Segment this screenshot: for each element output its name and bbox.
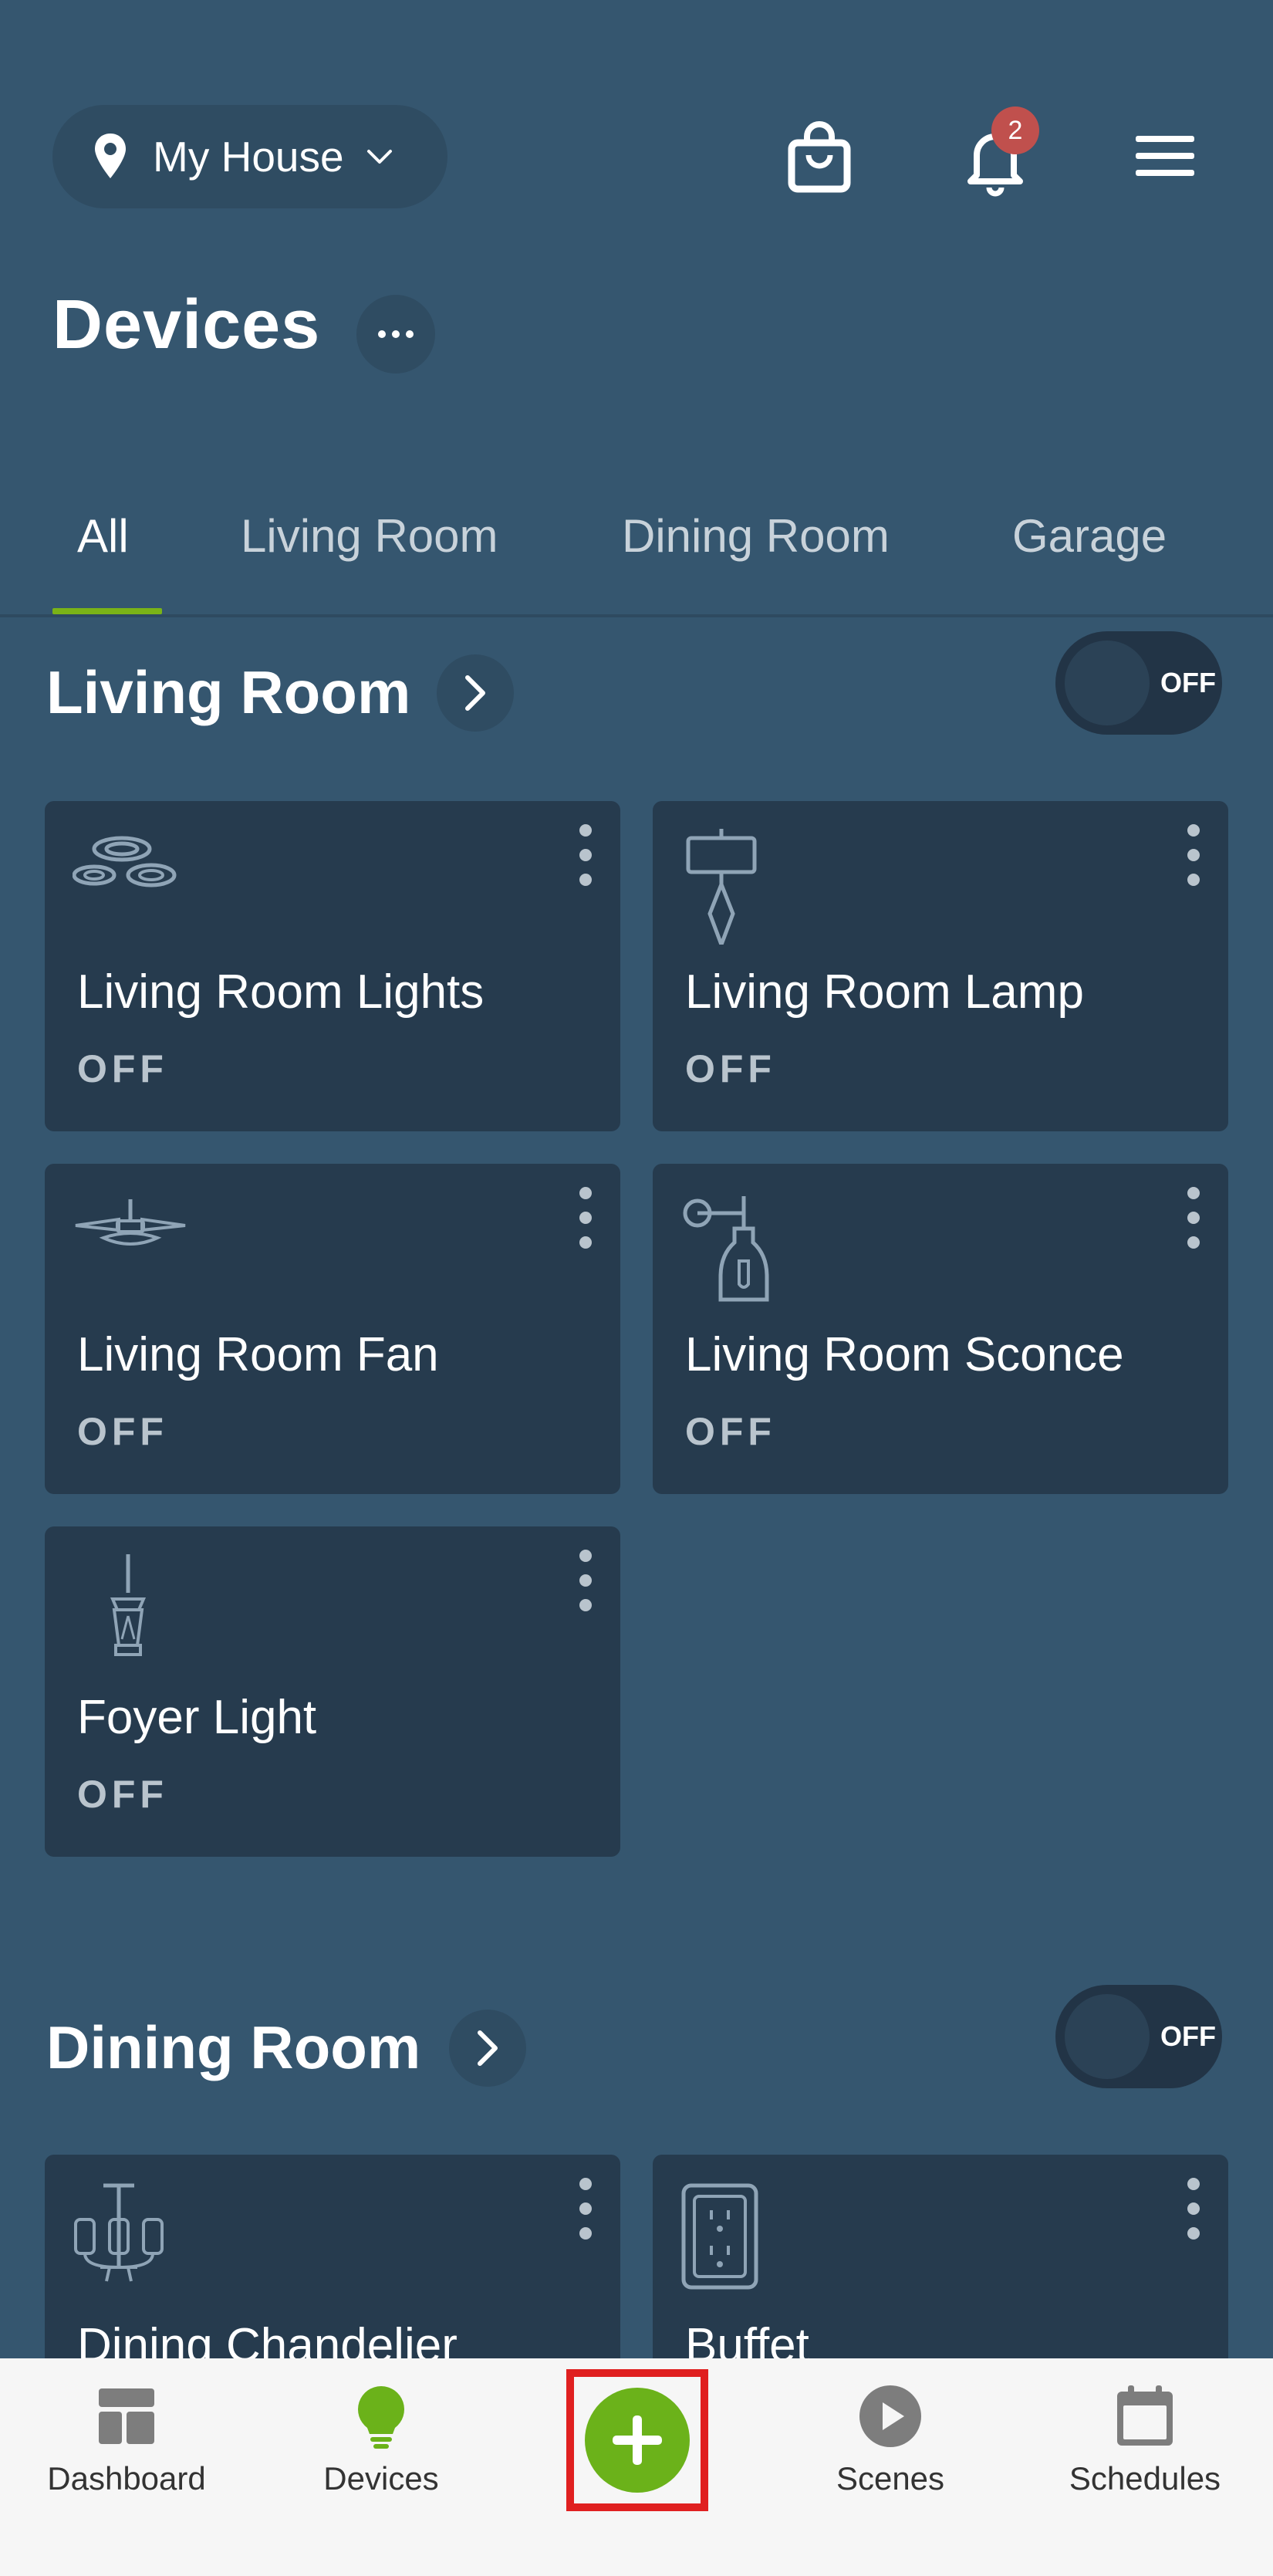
toggle-knob — [1065, 1994, 1150, 2079]
location-label: My House — [153, 133, 344, 181]
bulb-icon — [346, 2382, 416, 2451]
more-options-button[interactable] — [356, 295, 435, 374]
device-card[interactable]: Foyer Light OFF — [45, 1526, 620, 1857]
add-device-button[interactable] — [585, 2388, 690, 2493]
device-name: Living Room Fan — [77, 1328, 439, 1381]
notification-count-badge: 2 — [991, 106, 1039, 154]
nav-dashboard[interactable]: Dashboard — [11, 2382, 242, 2497]
table-lamp-icon — [680, 829, 796, 951]
device-name: Living Room Sconce — [685, 1328, 1124, 1381]
active-tab-indicator — [52, 608, 162, 614]
recessed-lights-icon — [72, 829, 188, 945]
toggle-knob — [1065, 641, 1150, 725]
plus-icon — [608, 2411, 667, 2470]
nav-devices[interactable]: Devices — [265, 2382, 497, 2497]
outlet-icon — [680, 2182, 796, 2298]
section-title-living-room: Living Room — [46, 658, 411, 726]
nav-scenes[interactable]: Scenes — [775, 2382, 1006, 2497]
device-name: Foyer Light — [77, 1691, 317, 1744]
room-tabs: All Living Room Dining Room Garage — [0, 494, 1273, 617]
tab-garage[interactable]: Garage — [1012, 509, 1167, 563]
location-pin-icon — [89, 133, 131, 181]
section-power-toggle[interactable]: OFF — [1055, 1985, 1222, 2088]
device-options-icon[interactable] — [1182, 1187, 1205, 1249]
calendar-icon — [1110, 2382, 1180, 2451]
nav-label: Devices — [323, 2460, 439, 2497]
tab-dining-room[interactable]: Dining Room — [622, 509, 890, 563]
device-state: OFF — [77, 1773, 168, 1816]
page-title: Devices — [52, 286, 321, 363]
tab-all[interactable]: All — [77, 509, 129, 563]
chandelier-icon — [73, 2182, 188, 2298]
wall-sconce-icon — [680, 1192, 796, 1307]
tab-living-room[interactable]: Living Room — [241, 509, 498, 563]
device-options-icon[interactable] — [1182, 824, 1205, 886]
section-open-button[interactable] — [449, 2010, 526, 2087]
play-icon — [856, 2382, 925, 2451]
nav-label: Schedules — [1069, 2460, 1221, 2497]
device-options-icon[interactable] — [574, 1187, 597, 1249]
device-options-icon[interactable] — [574, 1550, 597, 1611]
device-state: OFF — [685, 1047, 776, 1090]
device-card[interactable]: Living Room Lights OFF — [45, 801, 620, 1131]
device-name: Living Room Lamp — [685, 965, 1084, 1019]
dashboard-icon — [92, 2382, 161, 2451]
chevron-down-icon — [364, 145, 395, 168]
device-state: OFF — [77, 1410, 168, 1453]
device-card[interactable]: Living Room Sconce OFF — [653, 1164, 1228, 1494]
ceiling-fan-icon — [73, 1192, 188, 1307]
device-card[interactable]: Living Room Fan OFF — [45, 1164, 620, 1494]
pendant-lantern-icon — [73, 1554, 188, 1670]
device-card[interactable]: Living Room Lamp OFF — [653, 801, 1228, 1131]
device-name: Living Room Lights — [77, 965, 485, 1019]
section-open-button[interactable] — [437, 654, 514, 732]
device-options-icon[interactable] — [574, 2178, 597, 2240]
device-options-icon[interactable] — [1182, 2178, 1205, 2240]
device-state: OFF — [685, 1410, 776, 1453]
section-title-dining-room: Dining Room — [46, 2013, 421, 2081]
nav-label: Dashboard — [47, 2460, 206, 2497]
nav-label: Scenes — [836, 2460, 945, 2497]
shopping-bag-icon[interactable] — [781, 116, 858, 198]
device-options-icon[interactable] — [574, 824, 597, 886]
menu-icon[interactable] — [1134, 131, 1196, 181]
toggle-label: OFF — [1160, 667, 1216, 698]
toggle-label: OFF — [1160, 2020, 1216, 2052]
device-state: OFF — [77, 1047, 168, 1090]
nav-schedules[interactable]: Schedules — [1029, 2382, 1261, 2497]
location-selector[interactable]: My House — [52, 105, 447, 208]
section-power-toggle[interactable]: OFF — [1055, 631, 1222, 735]
